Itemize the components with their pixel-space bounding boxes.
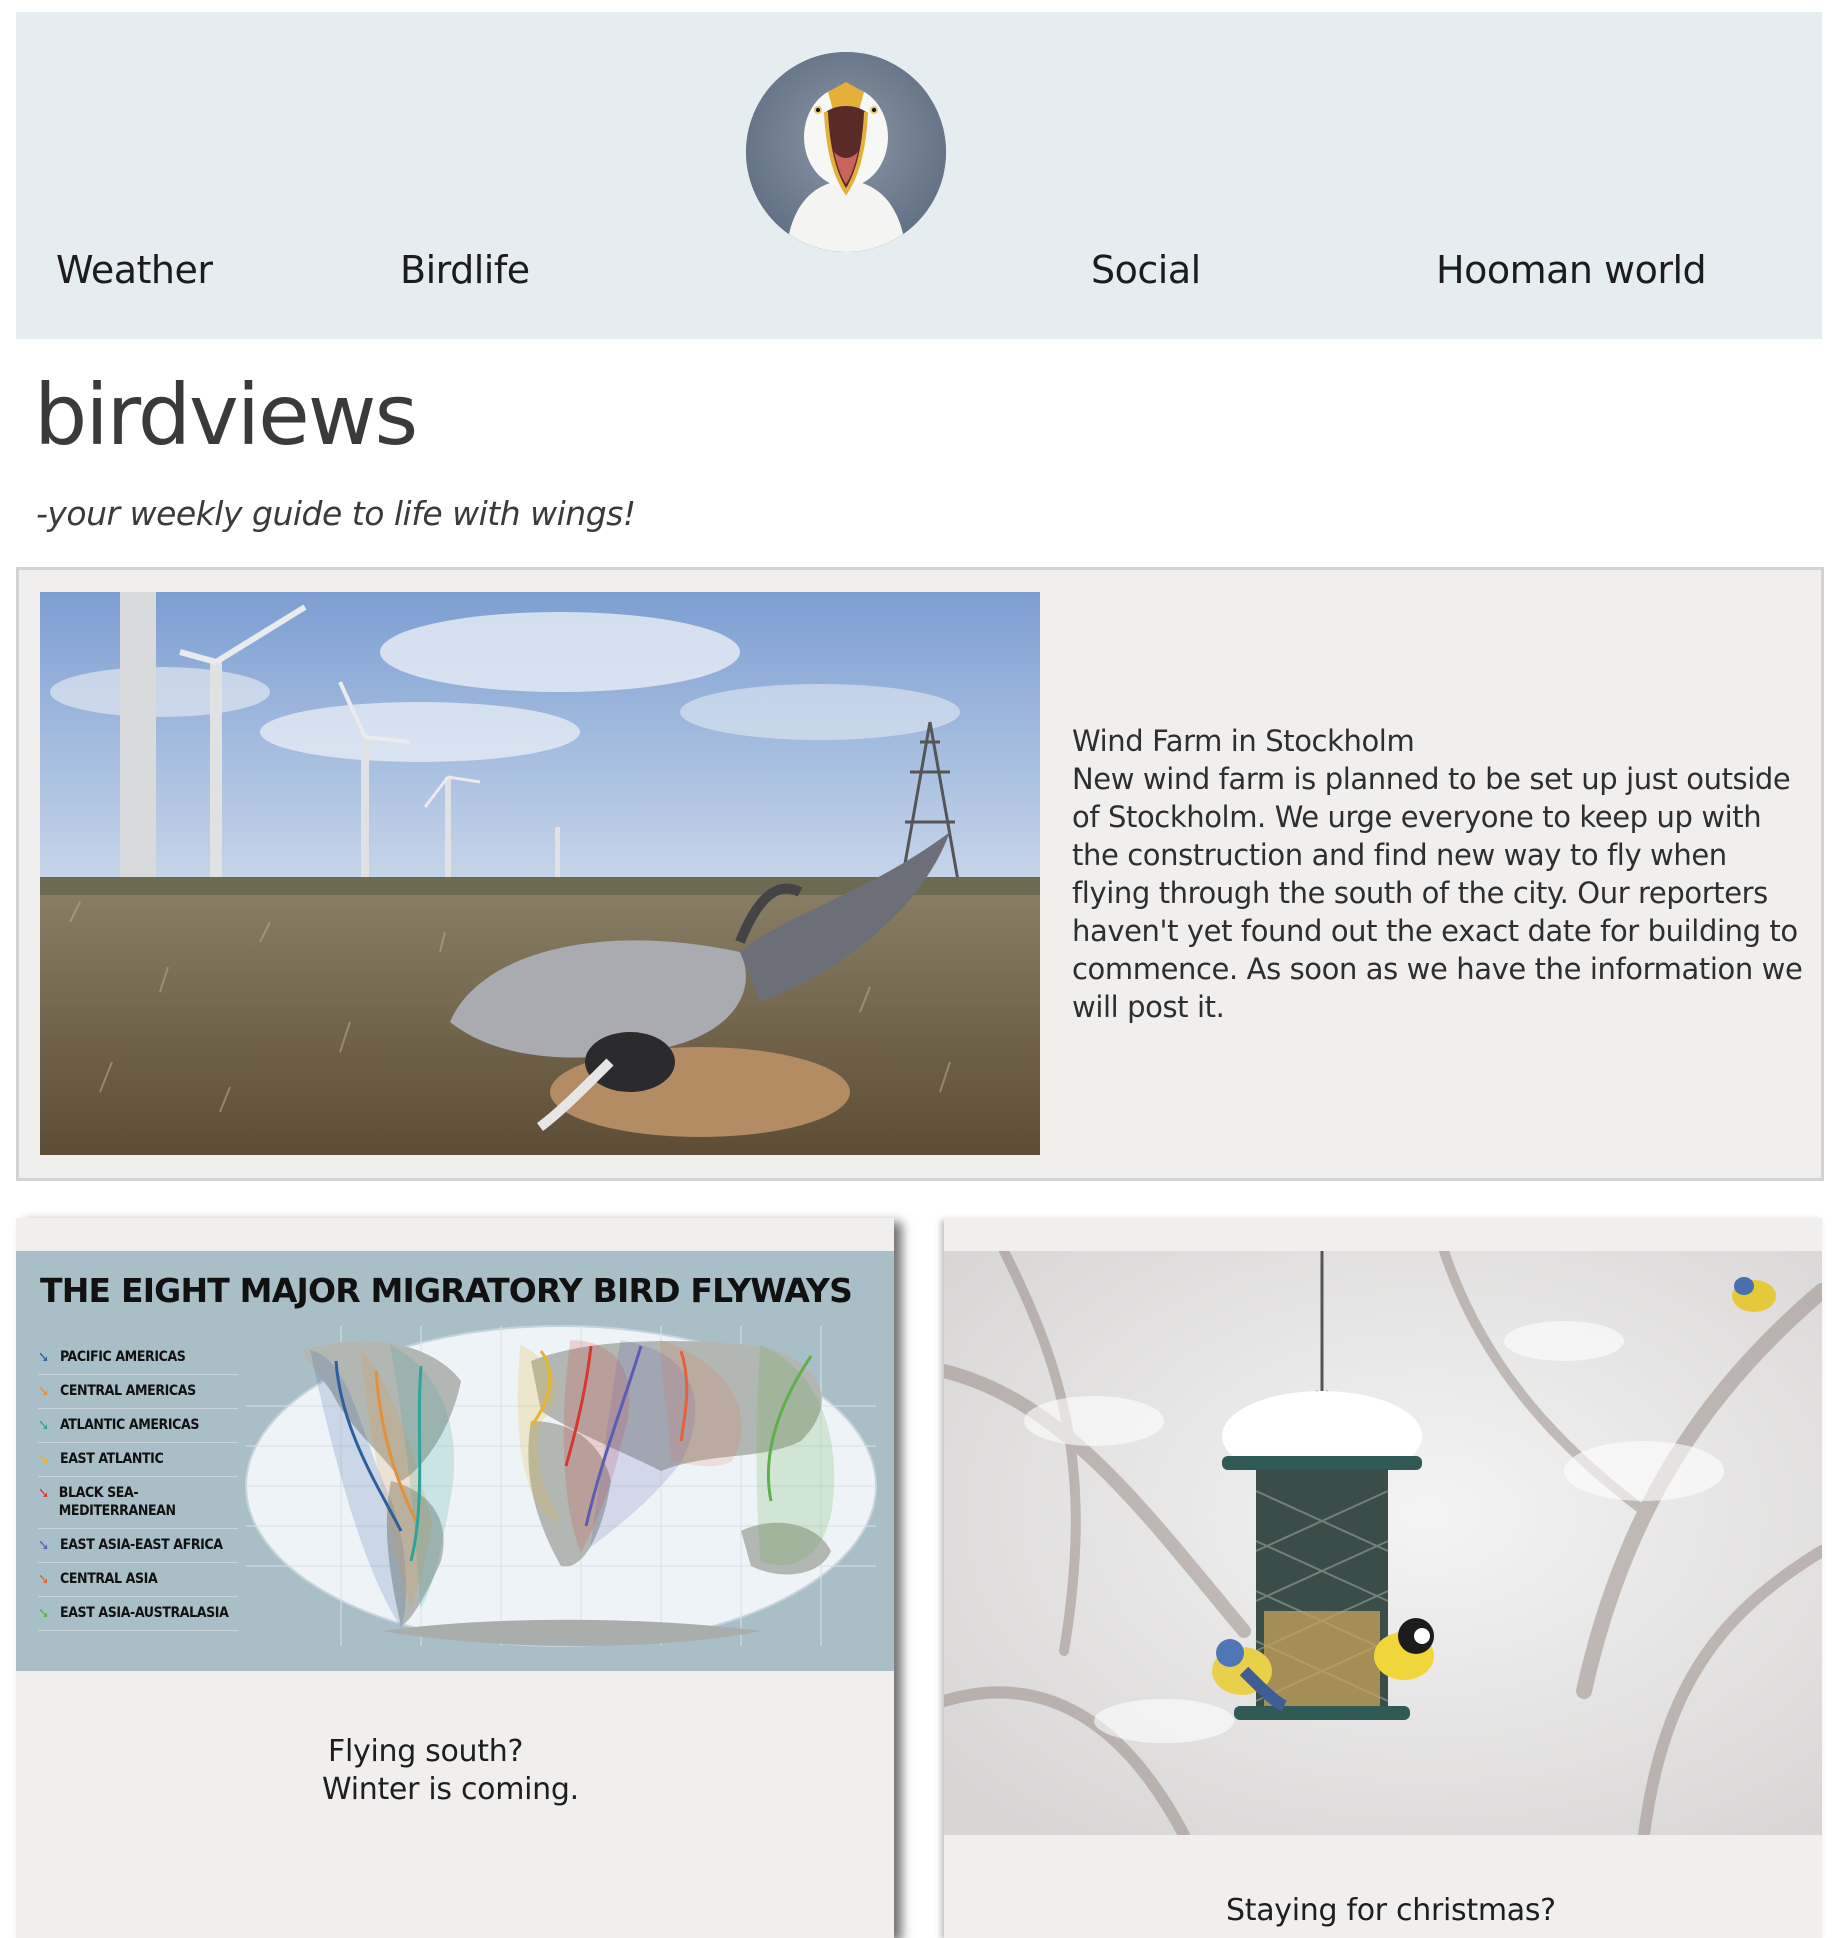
christmas-card[interactable] [944,1218,1822,1938]
arrow-icon: ➘ [38,1348,49,1366]
legend-item: ➘ EAST ASIA-EAST AFRICA [38,1529,238,1563]
legend-label: CENTRAL AMERICAS [60,1383,196,1399]
site-tagline: -your weekly guide to life with wings! [36,494,636,533]
bird-feeder-photo [944,1251,1822,1835]
flyways-card-title[interactable]: Flying south? [328,1734,523,1769]
nav-link-birdlife[interactable]: Birdlife [400,248,530,292]
legend-item: ➘ CENTRAL AMERICAS [38,1375,238,1409]
legend-label: PACIFIC AMERICAS [60,1349,186,1365]
nav-link-hooman-world[interactable]: Hooman world [1436,248,1707,292]
nav-link-weather[interactable]: Weather [56,248,213,292]
legend-item: ➘ PACIFIC AMERICAS [38,1341,238,1375]
site-title: birdviews [34,366,418,464]
arrow-icon: ➘ [38,1604,49,1622]
legend-label: EAST ATLANTIC [60,1451,164,1467]
legend-item: ➘ EAST ASIA-AUSTRALASIA [38,1597,238,1631]
legend-item: ➘ CENTRAL ASIA [38,1563,238,1597]
legend-label: CENTRAL ASIA [60,1571,158,1587]
nav-link-social[interactable]: Social [1091,248,1201,292]
flyways-card[interactable]: THE EIGHT MAJOR MIGRATORY BIRD FLYWAYS ➘… [16,1218,894,1938]
arrow-icon: ➘ [38,1536,49,1554]
arrow-icon: ➘ [38,1450,49,1468]
featured-article-text: Wind Farm in Stockholm New wind farm is … [1072,722,1812,1026]
flyways-card-subtitle: Winter is coming. [322,1772,579,1807]
world-map [245,1325,877,1647]
wind-farm-crane-photo [40,592,1040,1155]
arrow-icon: ➘ [38,1416,49,1434]
legend-item: ➘ EAST ATLANTIC [38,1443,238,1477]
featured-article-title[interactable]: Wind Farm in Stockholm [1072,722,1812,760]
site-header: Weather Birdlife Social Hooman world [16,12,1822,339]
infographic-heading: THE EIGHT MAJOR MIGRATORY BIRD FLYWAYS [40,1271,853,1310]
seagull-logo-icon[interactable] [746,52,946,252]
legend-label: BLACK SEA-MEDITERRANEAN [58,1485,176,1519]
legend-item: ➘ BLACK SEA-MEDITERRANEAN [38,1477,238,1529]
christmas-card-title[interactable]: Staying for christmas? [1226,1893,1556,1928]
page: Weather Birdlife Social Hooman world bir… [0,0,1842,1938]
legend-label: EAST ASIA-EAST AFRICA [60,1537,223,1553]
featured-article[interactable]: Wind Farm in Stockholm New wind farm is … [16,567,1824,1181]
flyways-infographic: THE EIGHT MAJOR MIGRATORY BIRD FLYWAYS ➘… [16,1251,894,1671]
legend-item: ➘ ATLANTIC AMERICAS [38,1409,238,1443]
legend-label: EAST ASIA-AUSTRALASIA [60,1605,229,1621]
featured-article-body: New wind farm is planned to be set up ju… [1072,762,1803,1024]
arrow-icon: ➘ [38,1570,49,1588]
legend-label: ATLANTIC AMERICAS [60,1417,200,1433]
arrow-icon: ➘ [38,1484,49,1502]
flyway-legend: ➘ PACIFIC AMERICAS ➘ CENTRAL AMERICAS ➘ … [38,1341,238,1631]
arrow-icon: ➘ [38,1382,49,1400]
